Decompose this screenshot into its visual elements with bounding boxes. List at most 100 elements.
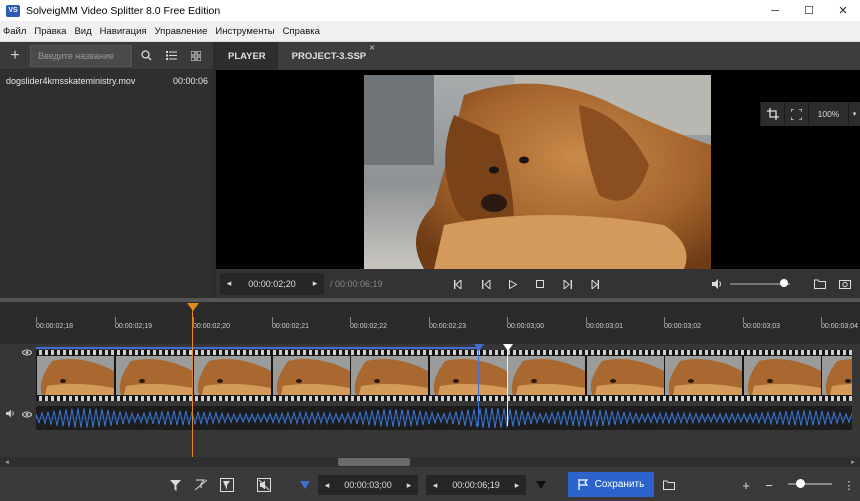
marker-icon[interactable] (218, 476, 236, 494)
grid-view-icon[interactable] (185, 45, 207, 67)
maximize-button[interactable]: ☐ (792, 0, 826, 21)
menu-help[interactable]: Справка (280, 26, 325, 37)
eye-icon[interactable] (21, 348, 33, 358)
ruler-label: 00:00:03;00 (507, 323, 544, 330)
start-marker-icon[interactable] (296, 476, 314, 494)
timeline-zoom-slider[interactable] (788, 483, 832, 485)
video-track[interactable] (0, 344, 860, 457)
close-button[interactable]: ✕ (826, 0, 860, 21)
segment-start-marker[interactable] (474, 344, 484, 351)
scroll-right-icon[interactable]: ▸ (848, 457, 858, 467)
step-back-icon[interactable]: ◂ (318, 474, 336, 496)
current-time[interactable]: 00:00:02;20 (238, 279, 306, 289)
end-time[interactable]: 00:00:06;19 (444, 480, 508, 490)
time-ruler[interactable]: 00:00:02;18 00:00:02;19 00:00:02;20 00:0… (0, 302, 860, 344)
title-bar: VS SolveigMM Video Splitter 8.0 Free Edi… (0, 0, 860, 21)
play-icon[interactable] (504, 273, 522, 295)
close-icon[interactable]: ✕ (369, 44, 375, 52)
current-time-stepper: ◂ 00:00:02;20 ▸ (220, 272, 324, 295)
frame-thumbnail (37, 356, 114, 395)
timeline-scrollbar[interactable]: ◂ ▸ (0, 457, 860, 467)
add-file-button[interactable]: + (4, 45, 26, 67)
menu-bar: Файл Правка Вид Навигация Управление Инс… (0, 21, 860, 42)
ruler-label: 00:00:03;03 (743, 323, 780, 330)
previous-frame-icon[interactable] (477, 273, 495, 295)
minimize-button[interactable]: ─ (758, 0, 792, 21)
video-frame (364, 75, 711, 269)
more-options-icon[interactable]: ⋮ (840, 476, 858, 494)
menu-navigation[interactable]: Навигация (97, 26, 152, 37)
chevron-down-icon[interactable]: ▾ (848, 102, 860, 126)
tab-player[interactable]: PLAYER (216, 42, 278, 70)
step-back-icon[interactable]: ◂ (426, 474, 444, 496)
frame-thumbnail (351, 356, 428, 395)
volume-icon[interactable] (708, 273, 726, 295)
ruler-label: 00:00:03;04 (821, 323, 858, 330)
library-toolbar: + Введите название (0, 42, 213, 70)
step-forward-icon[interactable]: ▸ (508, 474, 526, 496)
list-item[interactable]: dogslider4kmsskateministry.mov 00:00:06 (0, 73, 213, 89)
ruler-label: 00:00:02;18 (36, 323, 73, 330)
crop-icon[interactable] (760, 102, 784, 126)
folder-icon[interactable] (811, 273, 829, 295)
frame-thumbnail (430, 356, 507, 395)
timeline[interactable]: 00:00:02;18 00:00:02;19 00:00:02;20 00:0… (0, 302, 860, 457)
audio-waveform[interactable] (35, 406, 853, 430)
save-button[interactable]: Сохранить (568, 472, 654, 497)
tab-bar: PLAYER PROJECT-3.SSP ✕ (216, 42, 860, 70)
save-flag-icon (578, 479, 588, 490)
stop-icon[interactable] (531, 273, 549, 295)
menu-file[interactable]: Файл (0, 26, 31, 37)
go-to-end-icon[interactable] (585, 273, 603, 295)
fullscreen-icon[interactable] (784, 102, 808, 126)
output-folder-icon[interactable] (660, 476, 678, 494)
go-to-start-icon[interactable] (450, 273, 468, 295)
eye-icon[interactable] (21, 410, 33, 420)
playhead-handle[interactable] (187, 303, 199, 311)
selection-range[interactable] (36, 347, 478, 349)
start-time-stepper: ◂ 00:00:03;00 ▸ (318, 475, 418, 495)
frame-thumbnail (822, 356, 852, 395)
step-forward-icon[interactable]: ▸ (306, 273, 324, 295)
mute-segment-icon[interactable] (255, 476, 273, 494)
zoom-in-button[interactable]: + (737, 476, 755, 494)
file-name: dogslider4kmsskateministry.mov (6, 76, 136, 86)
menu-edit[interactable]: Правка (31, 26, 71, 37)
audio-icon[interactable] (6, 409, 16, 420)
frame-thumbnail (273, 356, 350, 395)
volume-slider-knob[interactable] (780, 279, 788, 287)
menu-view[interactable]: Вид (71, 26, 96, 37)
step-forward-icon[interactable]: ▸ (400, 474, 418, 496)
search-icon[interactable] (135, 45, 157, 67)
save-button-label: Сохранить (594, 479, 645, 490)
filter-icon[interactable] (166, 476, 184, 494)
timeline-zoom-knob[interactable] (796, 479, 805, 488)
end-marker-icon[interactable] (532, 476, 550, 494)
tab-project[interactable]: PROJECT-3.SSP ✕ (279, 42, 379, 70)
zoom-level[interactable]: 100% (808, 102, 848, 126)
search-input[interactable]: Введите название (30, 44, 132, 67)
snapshot-icon[interactable] (836, 273, 854, 295)
start-time[interactable]: 00:00:03;00 (336, 480, 400, 490)
video-filmstrip[interactable] (36, 350, 852, 401)
ruler-label: 00:00:02;19 (115, 323, 152, 330)
frame-thumbnail (508, 356, 585, 395)
scroll-left-icon[interactable]: ◂ (2, 457, 12, 467)
frame-thumbnail (587, 356, 664, 395)
playhead-line (192, 304, 193, 458)
next-frame-icon[interactable] (558, 273, 576, 295)
ruler-label: 00:00:02;20 (193, 323, 230, 330)
step-back-icon[interactable]: ◂ (220, 273, 238, 295)
list-view-icon[interactable] (160, 45, 182, 67)
media-library-panel: + Введите название dogslider4kmsskatemin… (0, 42, 213, 298)
segment-end-marker[interactable] (503, 344, 513, 351)
frame-thumbnail (665, 356, 742, 395)
menu-control[interactable]: Управление (152, 26, 213, 37)
player-controls: ◂ 00:00:02;20 ▸ / 00:00:06;19 (216, 269, 860, 298)
video-viewport[interactable]: 100% ▾ (216, 70, 860, 269)
menu-tools[interactable]: Инструменты (212, 26, 279, 37)
tab-project-label: PROJECT-3.SSP (291, 50, 367, 62)
cut-off-icon[interactable] (192, 476, 210, 494)
scrollbar-thumb[interactable] (338, 458, 410, 466)
zoom-out-button[interactable]: − (760, 476, 778, 494)
